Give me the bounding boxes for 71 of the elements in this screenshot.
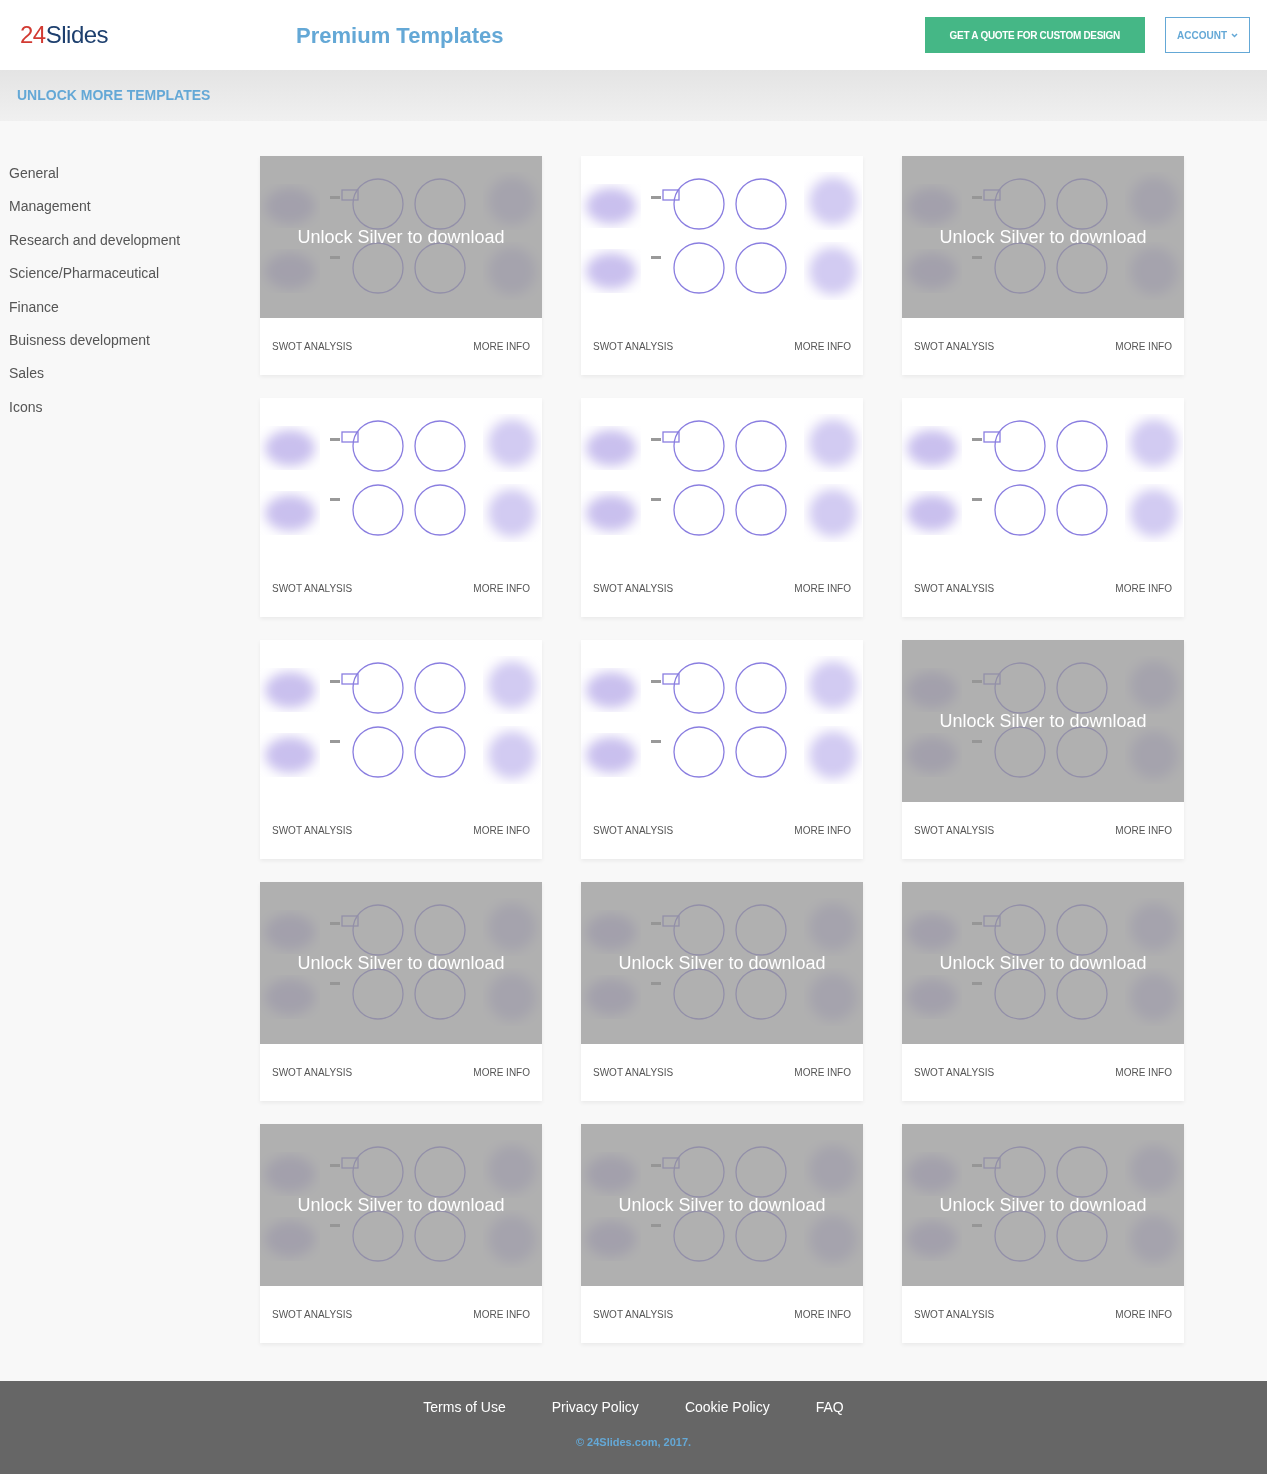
more-info-link[interactable]: MORE INFO [794, 1307, 851, 1322]
more-info-link[interactable]: MORE INFO [794, 823, 851, 838]
lock-text: Unlock Silver to download [297, 951, 505, 975]
template-card[interactable]: SWOT ANALYSIS MORE INFO [260, 398, 542, 617]
footer-link[interactable]: Privacy Policy [551, 1397, 639, 1418]
more-info-link[interactable]: MORE INFO [1115, 1065, 1172, 1080]
template-name: SWOT ANALYSIS [914, 1308, 995, 1322]
template-card[interactable]: Unlock Silver to download SWOT ANALYSIS MORE INFO [902, 640, 1184, 859]
template-card[interactable]: Unlock Silver to download SWOT ANALYSIS MORE INFO [581, 1124, 863, 1343]
copyright-text: © 24Slides.com, 2017. [575, 1435, 692, 1450]
category-link[interactable]: Research and development [9, 229, 260, 264]
template-name: SWOT ANALYSIS [593, 582, 674, 596]
lock-text: Unlock Silver to download [939, 225, 1147, 249]
section-title: UNLOCK MORE TEMPLATES [17, 86, 211, 105]
template-name: SWOT ANALYSIS [914, 824, 995, 838]
template-card[interactable]: SWOT ANALYSIS MORE INFO [581, 156, 863, 375]
template-card[interactable]: SWOT ANALYSIS MORE INFO [902, 398, 1184, 617]
more-info-link[interactable]: MORE INFO [1115, 581, 1172, 596]
template-name: SWOT ANALYSIS [272, 1066, 353, 1080]
more-info-link[interactable]: MORE INFO [473, 823, 530, 838]
category-link[interactable]: Sales [9, 363, 260, 397]
template-name: SWOT ANALYSIS [593, 1066, 674, 1080]
template-card[interactable]: SWOT ANALYSIS MORE INFO [581, 640, 863, 859]
lock-text: Unlock Silver to download [939, 951, 1147, 975]
lock-text: Unlock Silver to download [939, 1193, 1147, 1217]
template-name: SWOT ANALYSIS [272, 582, 353, 596]
template-name: SWOT ANALYSIS [272, 1308, 353, 1322]
logo[interactable]: 24Slides [20, 17, 109, 53]
category-link[interactable]: Management [9, 196, 260, 230]
footer-link[interactable]: Cookie Policy [684, 1397, 770, 1418]
template-card[interactable]: Unlock Silver to download SWOT ANALYSIS MORE INFO [260, 156, 542, 375]
template-card[interactable]: Unlock Silver to download SWOT ANALYSIS MORE INFO [581, 882, 863, 1101]
more-info-link[interactable]: MORE INFO [473, 1065, 530, 1080]
page-title: Premium Templates [296, 21, 504, 50]
template-card[interactable]: Unlock Silver to download SWOT ANALYSIS MORE INFO [260, 1124, 542, 1343]
category-link[interactable]: Science/Pharmaceutical [9, 263, 260, 297]
template-name: SWOT ANALYSIS [272, 340, 353, 354]
more-info-link[interactable]: MORE INFO [1115, 339, 1172, 354]
template-name: SWOT ANALYSIS [593, 1308, 674, 1322]
caret-icon [1231, 32, 1238, 38]
lock-text: Unlock Silver to download [297, 1193, 505, 1217]
lock-text: Unlock Silver to download [297, 225, 505, 249]
more-info-link[interactable]: MORE INFO [473, 581, 530, 596]
template-name: SWOT ANALYSIS [914, 582, 995, 596]
template-card[interactable]: Unlock Silver to download SWOT ANALYSIS MORE INFO [902, 882, 1184, 1101]
template-name: SWOT ANALYSIS [914, 340, 995, 354]
category-link[interactable]: General [9, 163, 260, 197]
more-info-link[interactable]: MORE INFO [794, 1065, 851, 1080]
template-card[interactable]: Unlock Silver to download SWOT ANALYSIS MORE INFO [902, 156, 1184, 375]
category-link[interactable]: Icons [9, 396, 260, 431]
lock-text: Unlock Silver to download [939, 709, 1147, 733]
more-info-link[interactable]: MORE INFO [794, 581, 851, 596]
template-card[interactable]: Unlock Silver to download SWOT ANALYSIS MORE INFO [260, 882, 542, 1101]
category-link[interactable]: Finance [9, 296, 260, 330]
more-info-link[interactable]: MORE INFO [1115, 1307, 1172, 1322]
more-info-link[interactable]: MORE INFO [1115, 823, 1172, 838]
template-card[interactable]: SWOT ANALYSIS MORE INFO [260, 640, 542, 859]
template-name: SWOT ANALYSIS [593, 340, 674, 354]
more-info-link[interactable]: MORE INFO [794, 339, 851, 354]
template-card[interactable]: Unlock Silver to download SWOT ANALYSIS MORE INFO [902, 1124, 1184, 1343]
more-info-link[interactable]: MORE INFO [473, 339, 530, 354]
footer-link[interactable]: FAQ [815, 1397, 844, 1418]
lock-text: Unlock Silver to download [618, 1193, 826, 1217]
category-link[interactable]: Buisness development [9, 329, 260, 364]
footer-link[interactable]: Terms of Use [423, 1397, 506, 1418]
template-name: SWOT ANALYSIS [914, 1066, 995, 1080]
more-info-link[interactable]: MORE INFO [473, 1307, 530, 1322]
template-name: SWOT ANALYSIS [272, 824, 353, 838]
lock-text: Unlock Silver to download [618, 951, 826, 975]
template-name: SWOT ANALYSIS [593, 824, 674, 838]
template-card[interactable]: SWOT ANALYSIS MORE INFO [581, 398, 863, 617]
